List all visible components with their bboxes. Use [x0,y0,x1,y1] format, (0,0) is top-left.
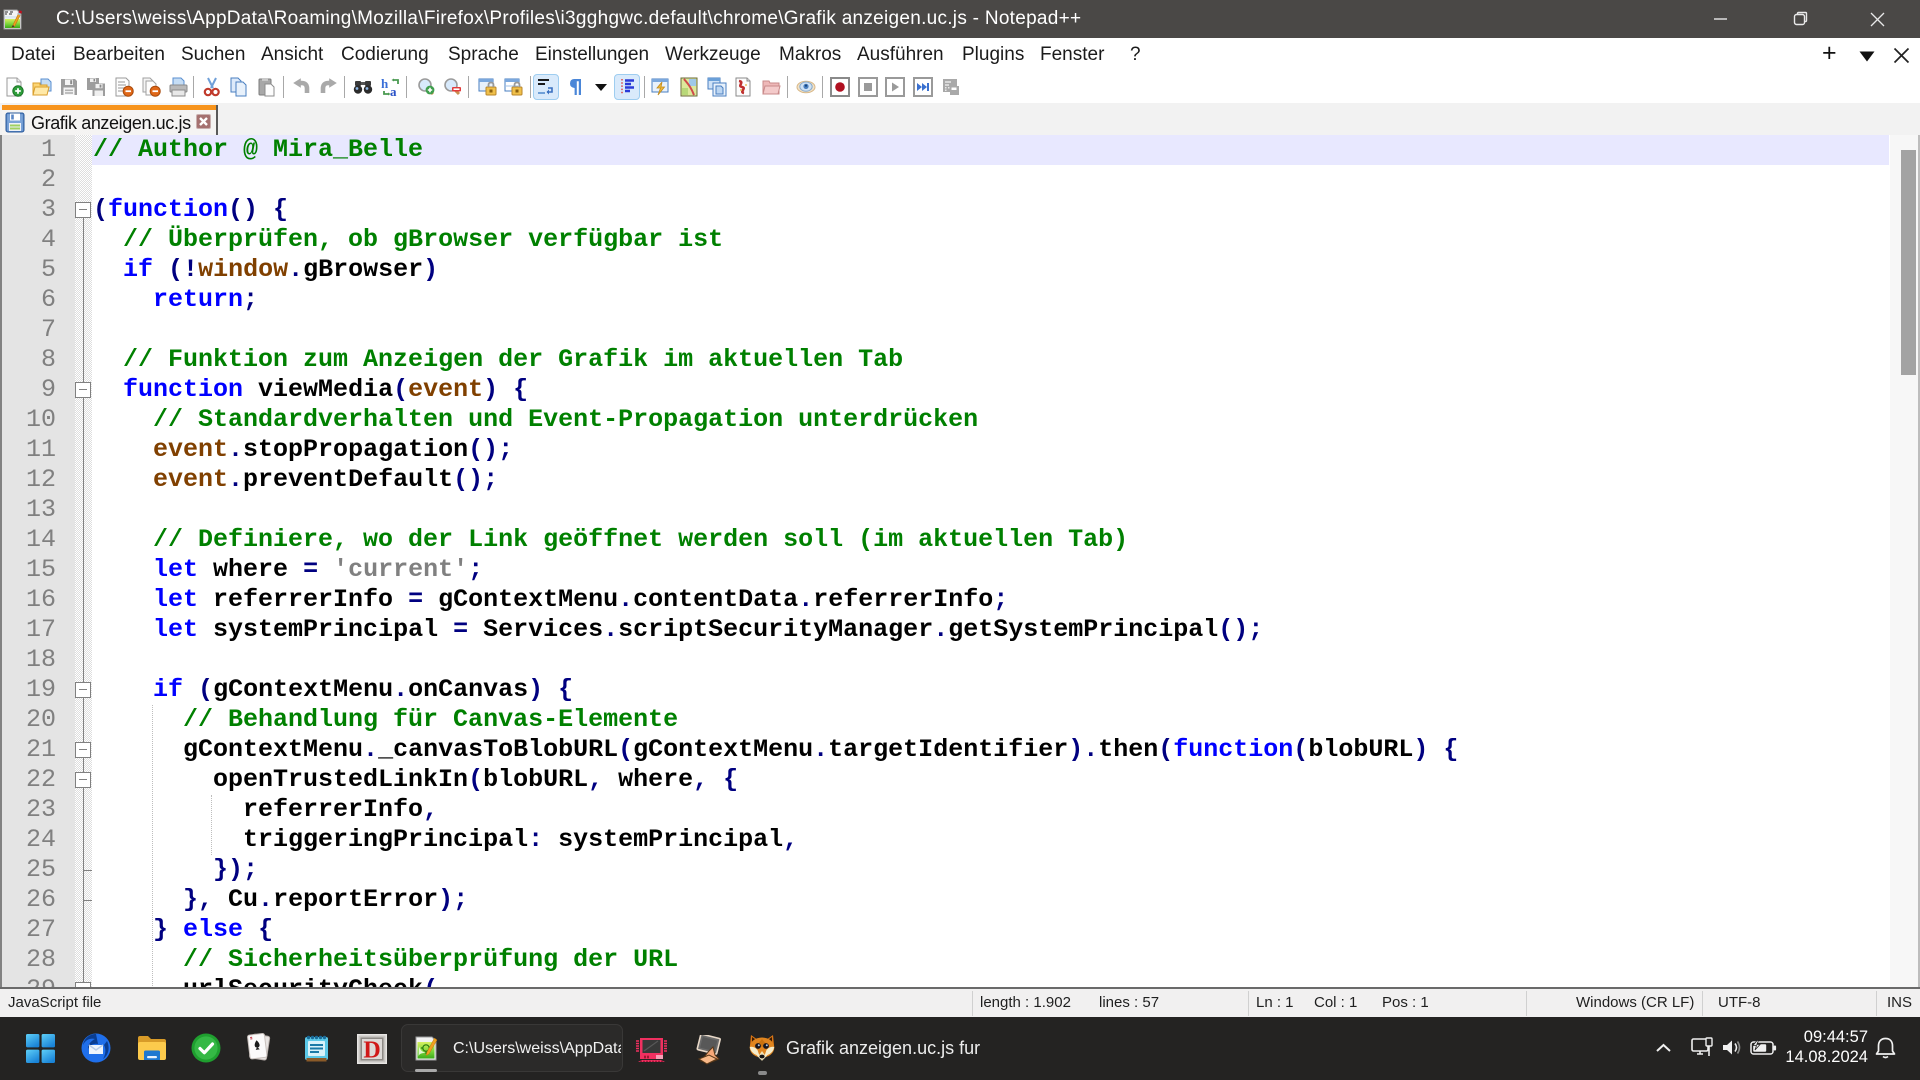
svg-text:D: D [363,1038,380,1064]
svg-text:h: h [381,77,389,91]
svg-text:a: a [390,84,397,97]
